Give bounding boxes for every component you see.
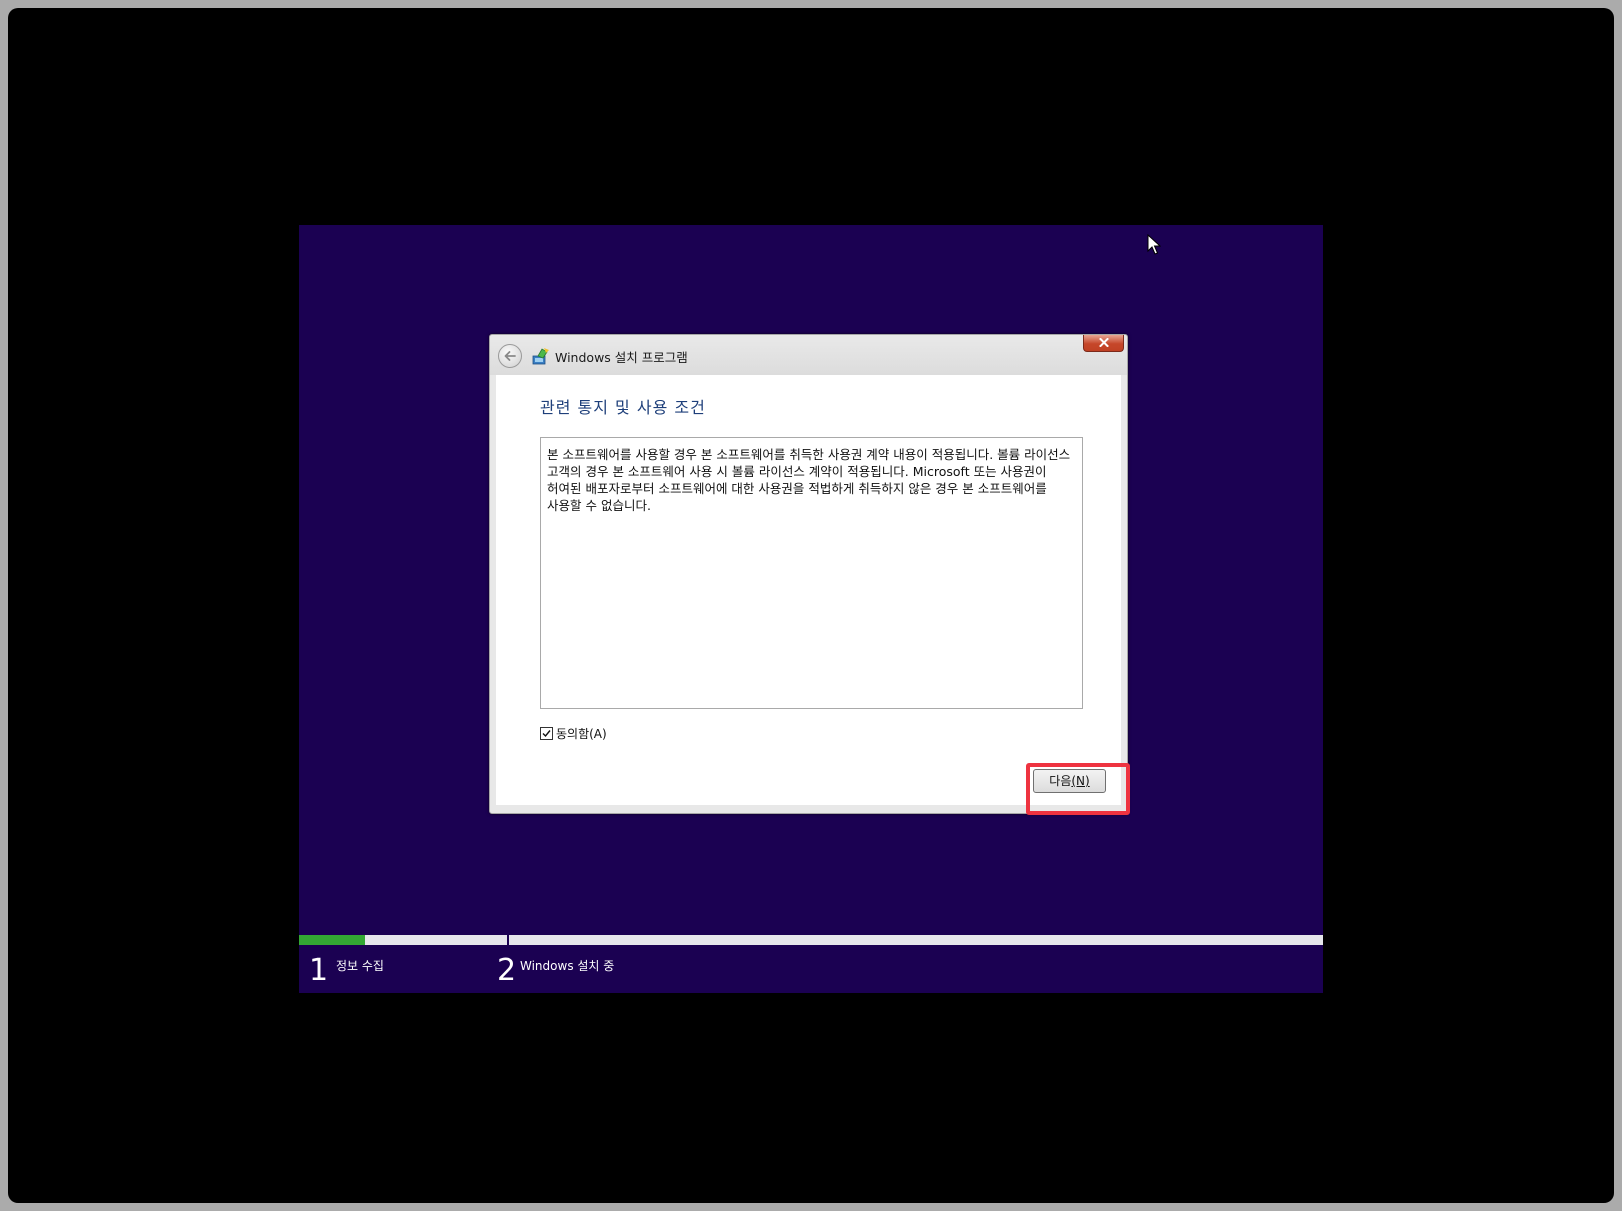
agree-label: 동의함(A)	[556, 726, 607, 741]
dialog-content: 관련 통지 및 사용 조건 본 소프트웨어를 사용할 경우 본 소프트웨어를 취…	[496, 375, 1121, 805]
progress-fill	[299, 935, 365, 945]
close-icon	[1099, 338, 1109, 347]
back-arrow-icon	[504, 351, 516, 361]
next-button-mnemonic: (N)	[1071, 774, 1090, 788]
dialog-title: Windows 설치 프로그램	[555, 350, 688, 365]
next-button[interactable]: 다음(N)	[1033, 769, 1106, 793]
checkmark-icon	[542, 729, 551, 737]
close-button[interactable]	[1083, 335, 1124, 352]
mouse-cursor-icon	[1147, 234, 1161, 255]
setup-dialog: Windows 설치 프로그램 관련 통지 및 사용 조건 본 소프트웨어를 사…	[489, 334, 1128, 814]
setup-screen: Windows 설치 프로그램 관련 통지 및 사용 조건 본 소프트웨어를 사…	[299, 225, 1323, 993]
back-button[interactable]	[498, 344, 522, 368]
license-terms-box[interactable]: 본 소프트웨어를 사용할 경우 본 소프트웨어를 취득한 사용권 계약 내용이 …	[540, 437, 1083, 709]
step-2-label: Windows 설치 중	[520, 959, 615, 973]
step-1-number: 1	[309, 953, 329, 988]
agree-option[interactable]: 동의함(A)	[540, 725, 607, 741]
monitor-frame: Windows 설치 프로그램 관련 통지 및 사용 조건 본 소프트웨어를 사…	[8, 8, 1614, 1203]
dialog-titlebar: Windows 설치 프로그램	[490, 335, 1127, 375]
license-text: 본 소프트웨어를 사용할 경우 본 소프트웨어를 취득한 사용권 계약 내용이 …	[547, 447, 1071, 513]
setup-progress-bar	[299, 935, 1323, 945]
progress-divider	[507, 935, 509, 945]
windows-setup-icon	[532, 348, 549, 365]
agree-checkbox[interactable]	[540, 726, 553, 740]
page-heading: 관련 통지 및 사용 조건	[540, 398, 706, 417]
step-1-label: 정보 수집	[336, 959, 384, 973]
step-2-number: 2	[497, 953, 517, 988]
next-button-label: 다음	[1049, 774, 1072, 788]
